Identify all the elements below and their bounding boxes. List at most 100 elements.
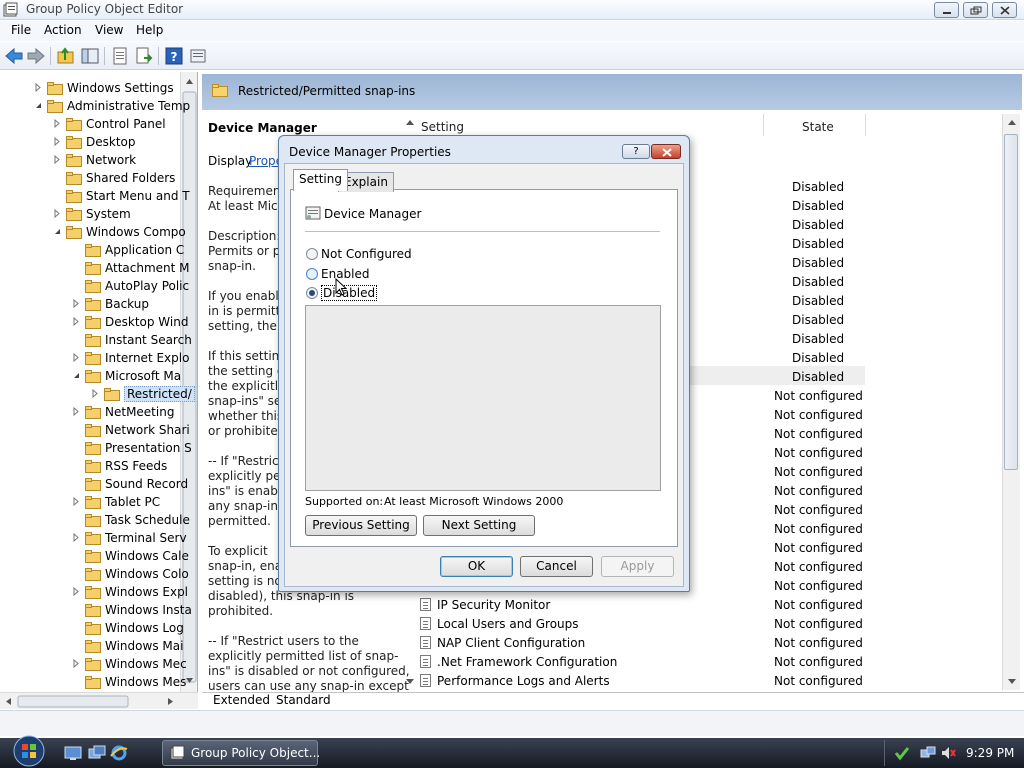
tree-vertical-scrollbar[interactable] — [180, 72, 197, 692]
collapsed-arrow-icon[interactable] — [72, 659, 81, 668]
tree-item[interactable]: Windows Colo — [0, 566, 189, 584]
properties-icon[interactable] — [110, 46, 130, 66]
tree-item[interactable]: Attachment M — [0, 260, 190, 278]
show-desktop-icon[interactable] — [64, 745, 82, 761]
setting-row[interactable]: Local Users and Groups — [420, 617, 579, 631]
tree-item[interactable]: Shared Folders — [0, 170, 180, 188]
tree-item[interactable]: Instant Search — [0, 332, 192, 350]
ok-button[interactable]: OK — [440, 556, 513, 577]
collapsed-arrow-icon[interactable] — [72, 497, 81, 506]
filter-options-icon[interactable] — [188, 46, 208, 66]
setting-row[interactable]: Performance Logs and Alerts — [420, 674, 610, 688]
tree-horizontal-scrollbar[interactable] — [0, 692, 198, 709]
apply-button[interactable]: Apply — [601, 556, 674, 577]
tree-item[interactable]: Windows Mai — [0, 638, 183, 656]
expanded-arrow-icon[interactable] — [53, 227, 62, 236]
collapsed-arrow-icon[interactable] — [72, 587, 81, 596]
menu-help[interactable]: Help — [136, 23, 163, 37]
column-header-setting[interactable]: Setting — [421, 120, 464, 134]
menu-file[interactable]: File — [11, 23, 31, 37]
dialog-close-button[interactable] — [651, 144, 681, 159]
collapsed-arrow-icon[interactable] — [72, 353, 81, 362]
menu-view[interactable]: View — [95, 23, 123, 37]
details-scroll-thumb[interactable] — [1004, 134, 1018, 470]
tree-item[interactable]: NetMeeting — [0, 404, 180, 422]
tree-item[interactable]: System — [0, 206, 180, 224]
internet-explorer-icon[interactable] — [110, 744, 128, 762]
tree-item[interactable]: Windows Mec — [0, 656, 187, 674]
minimize-button[interactable] — [934, 2, 959, 18]
menu-action[interactable]: Action — [44, 23, 82, 37]
cancel-button[interactable]: Cancel — [520, 556, 593, 577]
network-icon[interactable] — [920, 745, 936, 761]
collapsed-arrow-icon[interactable] — [53, 209, 62, 218]
collapsed-arrow-icon[interactable] — [72, 533, 81, 542]
tree-item[interactable]: Desktop — [0, 134, 180, 152]
tab-standard[interactable]: Standard — [276, 693, 331, 707]
tree-item[interactable]: Presentation S — [0, 440, 192, 458]
collapsed-arrow-icon[interactable] — [72, 317, 81, 326]
close-button[interactable] — [992, 2, 1017, 18]
tree-item[interactable]: Application C — [0, 242, 184, 260]
help-icon[interactable]: ? — [164, 46, 184, 66]
tab-setting[interactable]: Setting — [293, 169, 348, 191]
tree-item[interactable]: Desktop Wind — [0, 314, 188, 332]
setting-row[interactable]: .Net Framework Configuration — [420, 655, 617, 669]
show-hide-tree-icon[interactable] — [80, 46, 100, 66]
tree-item[interactable]: Control Panel — [0, 116, 180, 134]
expanded-arrow-icon[interactable] — [72, 371, 81, 380]
radio-button[interactable] — [306, 268, 318, 280]
volume-muted-icon[interactable] — [940, 745, 956, 761]
back-arrow-icon[interactable] — [4, 46, 24, 66]
up-folder-icon[interactable] — [56, 46, 76, 66]
column-divider[interactable] — [865, 114, 866, 136]
tree-item[interactable]: Network Shari — [0, 422, 190, 440]
radio-button[interactable] — [306, 287, 318, 299]
tree-item[interactable]: Windows Compo — [0, 224, 186, 242]
restore-button[interactable] — [963, 2, 988, 18]
tree-item[interactable]: Terminal Serv — [0, 530, 187, 548]
tree-item[interactable]: Network — [0, 152, 180, 170]
tree-item[interactable]: Task Schedule — [0, 512, 190, 530]
export-list-icon[interactable] — [134, 46, 154, 66]
collapsed-arrow-icon[interactable] — [53, 155, 62, 164]
radio-button[interactable] — [306, 248, 318, 260]
tree-item[interactable]: Sound Record — [0, 476, 188, 494]
collapsed-arrow-icon[interactable] — [91, 389, 100, 398]
tree-item[interactable]: Tablet PC — [0, 494, 180, 512]
start-orb-icon[interactable] — [8, 734, 50, 768]
tab-extended[interactable]: Extended — [213, 693, 270, 707]
setting-row[interactable]: NAP Client Configuration — [420, 636, 585, 650]
column-header-state[interactable]: State — [802, 120, 834, 134]
tree-item[interactable]: Internet Explo — [0, 350, 189, 368]
expanded-arrow-icon[interactable] — [34, 101, 43, 110]
collapsed-arrow-icon[interactable] — [53, 119, 62, 128]
tree-item[interactable]: Windows Mes — [0, 674, 186, 692]
tree-item[interactable]: AutoPlay Polic — [0, 278, 189, 296]
tree-item[interactable]: RSS Feeds — [0, 458, 180, 476]
security-center-icon[interactable] — [894, 745, 910, 761]
setting-row[interactable]: IP Security Monitor — [420, 598, 550, 612]
column-divider[interactable] — [763, 114, 764, 136]
collapsed-arrow-icon[interactable] — [72, 299, 81, 308]
next-setting-button[interactable]: Next Setting — [423, 515, 535, 536]
radio-not-configured[interactable]: Not Configured — [306, 247, 412, 261]
comment-box[interactable] — [305, 305, 661, 491]
collapsed-arrow-icon[interactable] — [72, 407, 81, 416]
tree-item[interactable]: Windows Expl — [0, 584, 188, 602]
taskbar-clock[interactable]: 9:29 PM — [966, 746, 1014, 760]
tree-item[interactable]: Start Menu and T — [0, 188, 190, 206]
collapsed-arrow-icon[interactable] — [53, 137, 62, 146]
collapsed-arrow-icon[interactable] — [34, 83, 43, 92]
previous-setting-button[interactable]: Previous Setting — [305, 515, 417, 536]
tree-item[interactable]: Windows Cale — [0, 548, 189, 566]
tree-item[interactable]: Windows Settings — [0, 80, 180, 98]
tree-item[interactable]: Windows Log — [0, 620, 184, 638]
tree-item[interactable]: Backup — [0, 296, 180, 314]
switch-windows-icon[interactable] — [88, 745, 106, 761]
tree-item[interactable]: Microsoft Ma — [0, 368, 181, 386]
tree-item[interactable]: Administrative Temp — [0, 98, 190, 116]
tree-item[interactable]: Windows Insta — [0, 602, 192, 620]
dialog-help-button[interactable]: ? — [622, 144, 650, 159]
tree-item[interactable]: Restricted/ — [0, 386, 195, 404]
